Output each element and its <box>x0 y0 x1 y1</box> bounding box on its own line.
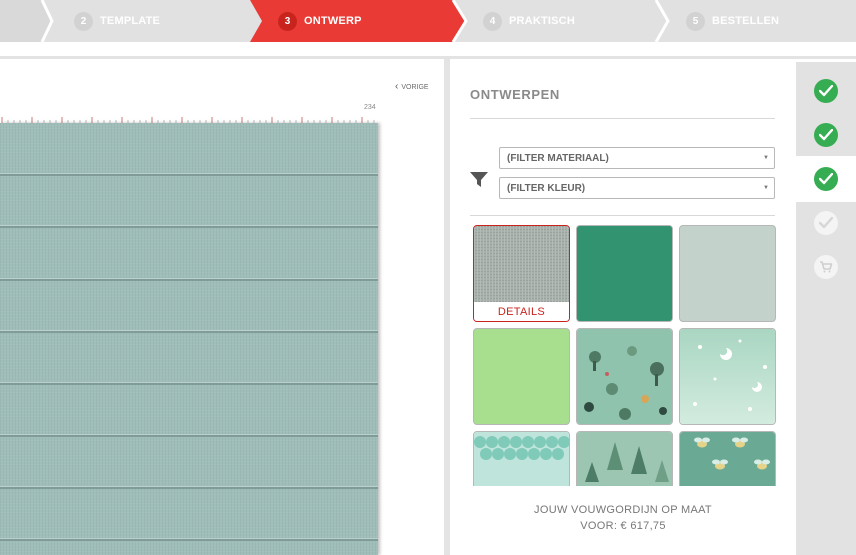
blind-fold <box>0 278 378 281</box>
step-label: PRAKTISCH <box>509 15 575 27</box>
step-sidebar <box>796 62 856 555</box>
step-label: ONTWERP <box>304 15 362 27</box>
step-label: TEMPLATE <box>100 15 161 27</box>
fabric-swatch-moon-stars-print[interactable] <box>679 328 776 425</box>
chevron-left-icon: ‹ <box>395 81 399 92</box>
filter-icon <box>470 172 488 187</box>
sidebar-step-2[interactable] <box>796 112 856 158</box>
fabric-swatch-emerald-green[interactable] <box>576 225 673 322</box>
color-filter-value: (FILTER KLEUR) <box>507 182 586 194</box>
divider <box>470 118 775 119</box>
step-number: 3 <box>278 11 297 31</box>
configurator-screen: { "steps": [ {"number": "2", "label": "T… <box>0 0 856 555</box>
divider <box>470 215 775 216</box>
price-value: VOOR: € 617,75 <box>580 520 666 532</box>
dropdown-caret-icon: ▼ <box>763 185 769 191</box>
blind-fold <box>0 382 378 385</box>
step-praktisch[interactable]: 4 PRAKTISCH <box>483 0 575 42</box>
width-dimension-label: 234 <box>364 104 376 111</box>
step-bestellen[interactable]: 5 BESTELLEN <box>686 0 779 42</box>
check-circle-icon <box>814 123 838 147</box>
fabric-swatch-forest-animals-print[interactable] <box>576 328 673 425</box>
check-circle-icon <box>814 211 838 235</box>
step-number: 5 <box>686 11 705 31</box>
color-filter-select[interactable]: (FILTER KLEUR) ▼ <box>499 177 775 199</box>
price-label: JOUW VOUWGORDIJN OP MAAT <box>534 504 712 516</box>
blind-fold <box>0 225 378 228</box>
swatch-image <box>577 226 672 321</box>
dropdown-caret-icon: ▼ <box>763 155 769 161</box>
blind-fold <box>0 173 378 176</box>
step-label: BESTELLEN <box>712 15 780 27</box>
step-number: 4 <box>483 11 502 31</box>
step-ontwerp[interactable]: 3 ONTWERP <box>278 0 362 42</box>
previous-label: VORIGE <box>401 83 429 91</box>
sidebar-step-3[interactable] <box>796 156 856 202</box>
material-filter-select[interactable]: (FILTER MATERIAAL) ▼ <box>499 147 775 169</box>
cart-icon <box>814 255 838 279</box>
step-progress-bar: 2 TEMPLATE 3 ONTWERP 4 PRAKTISCH 5 BESTE… <box>0 0 856 42</box>
fabric-swatch-light-green[interactable] <box>473 328 570 425</box>
blind-fold <box>0 538 378 541</box>
details-button[interactable]: DETAILS <box>474 302 569 321</box>
check-circle-icon <box>814 167 838 191</box>
blind-fold <box>0 330 378 333</box>
swatch-image <box>577 329 672 424</box>
fabric-swatch-grey-green-linen[interactable]: DETAILS <box>473 225 570 322</box>
swatch-image <box>680 329 775 424</box>
header-spacer <box>0 42 856 59</box>
previous-link[interactable]: ‹ VORIGE <box>395 82 429 92</box>
check-circle-icon <box>814 79 838 103</box>
sidebar-step-4[interactable] <box>796 200 856 246</box>
blind-preview <box>0 123 378 555</box>
blind-fold <box>0 434 378 437</box>
panel-title: ONTWERPEN <box>470 87 560 102</box>
design-panel: ONTWERPEN (FILTER MATERIAAL) ▼ (FILTER K… <box>450 62 796 555</box>
step-template[interactable]: 2 TEMPLATE <box>74 0 160 42</box>
fabric-swatch-pale-sage[interactable] <box>679 225 776 322</box>
sidebar-cart[interactable] <box>796 244 856 290</box>
material-filter-value: (FILTER MATERIAAL) <box>507 152 609 164</box>
step-number: 2 <box>74 11 93 31</box>
sidebar-step-1[interactable] <box>796 68 856 114</box>
blind-fold <box>0 486 378 489</box>
